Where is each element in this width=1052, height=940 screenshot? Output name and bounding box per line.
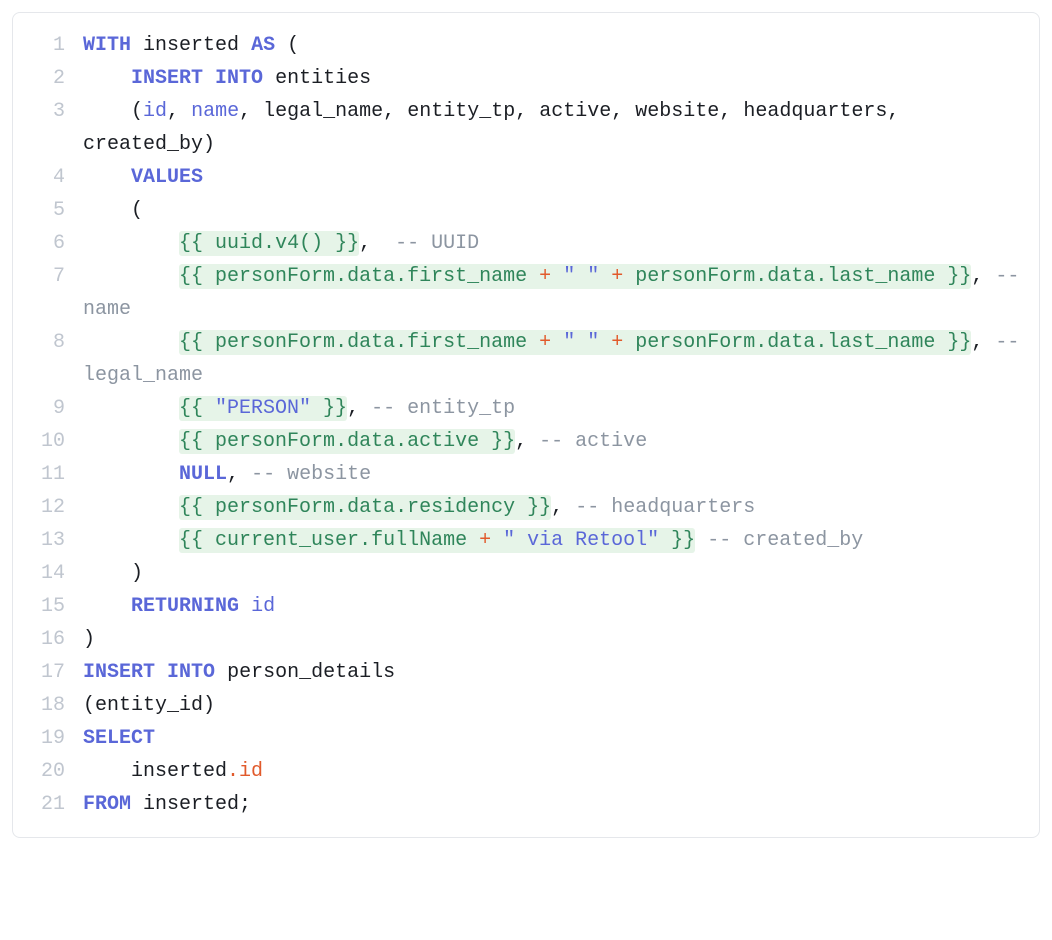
code-content[interactable]: {{ current_user.fullName + " via Retool"…: [83, 524, 1023, 557]
code-line: 4 VALUES: [13, 161, 1023, 194]
code-editor[interactable]: 1 WITH inserted AS ( 2 INSERT INTO entit…: [12, 12, 1040, 838]
code-line: 8 {{ personForm.data.first_name + " " + …: [13, 326, 1023, 392]
line-number: 7: [13, 260, 83, 293]
code-content[interactable]: FROM inserted;: [83, 788, 1023, 821]
code-line: 21 FROM inserted;: [13, 788, 1023, 821]
template-expression[interactable]: {{ personForm.data.first_name + " " + pe…: [179, 264, 971, 289]
line-number: 1: [13, 29, 83, 62]
code-line: 11 NULL, -- website: [13, 458, 1023, 491]
code-content[interactable]: ): [83, 623, 1023, 656]
line-number: 10: [13, 425, 83, 458]
code-content[interactable]: WITH inserted AS (: [83, 29, 1023, 62]
line-number: 12: [13, 491, 83, 524]
code-content[interactable]: RETURNING id: [83, 590, 1023, 623]
code-line: 19 SELECT: [13, 722, 1023, 755]
code-content[interactable]: INSERT INTO person_details: [83, 656, 1023, 689]
code-line: 1 WITH inserted AS (: [13, 29, 1023, 62]
code-content[interactable]: {{ "PERSON" }}, -- entity_tp: [83, 392, 1023, 425]
line-number: 9: [13, 392, 83, 425]
code-content[interactable]: (: [83, 194, 1023, 227]
line-number: 6: [13, 227, 83, 260]
code-line: 12 {{ personForm.data.residency }}, -- h…: [13, 491, 1023, 524]
code-line: 17 INSERT INTO person_details: [13, 656, 1023, 689]
code-content[interactable]: INSERT INTO entities: [83, 62, 1023, 95]
line-number: 8: [13, 326, 83, 359]
code-line: 14 ): [13, 557, 1023, 590]
code-content[interactable]: VALUES: [83, 161, 1023, 194]
code-line: 2 INSERT INTO entities: [13, 62, 1023, 95]
code-line: 15 RETURNING id: [13, 590, 1023, 623]
line-number: 20: [13, 755, 83, 788]
line-number: 11: [13, 458, 83, 491]
line-number: 4: [13, 161, 83, 194]
line-number: 3: [13, 95, 83, 128]
line-number: 13: [13, 524, 83, 557]
code-line: 6 {{ uuid.v4() }}, -- UUID: [13, 227, 1023, 260]
code-content[interactable]: {{ personForm.data.active }}, -- active: [83, 425, 1023, 458]
code-line: 10 {{ personForm.data.active }}, -- acti…: [13, 425, 1023, 458]
line-number: 14: [13, 557, 83, 590]
code-content[interactable]: inserted.id: [83, 755, 1023, 788]
code-line: 18 (entity_id): [13, 689, 1023, 722]
template-expression[interactable]: {{ uuid.v4() }}: [179, 231, 359, 256]
code-content[interactable]: {{ uuid.v4() }}, -- UUID: [83, 227, 1023, 260]
line-number: 16: [13, 623, 83, 656]
line-number: 18: [13, 689, 83, 722]
line-number: 17: [13, 656, 83, 689]
code-content[interactable]: (entity_id): [83, 689, 1023, 722]
line-number: 19: [13, 722, 83, 755]
template-expression[interactable]: {{ personForm.data.residency }}: [179, 495, 551, 520]
line-number: 15: [13, 590, 83, 623]
code-line: 16 ): [13, 623, 1023, 656]
code-content[interactable]: {{ personForm.data.first_name + " " + pe…: [83, 260, 1023, 326]
code-line: 13 {{ current_user.fullName + " via Reto…: [13, 524, 1023, 557]
code-line: 20 inserted.id: [13, 755, 1023, 788]
code-line: 3 (id, name, legal_name, entity_tp, acti…: [13, 95, 1023, 161]
line-number: 2: [13, 62, 83, 95]
template-expression[interactable]: {{ current_user.fullName + " via Retool"…: [179, 528, 695, 553]
code-content[interactable]: {{ personForm.data.residency }}, -- head…: [83, 491, 1023, 524]
line-number: 5: [13, 194, 83, 227]
template-expression[interactable]: {{ personForm.data.first_name + " " + pe…: [179, 330, 971, 355]
code-line: 9 {{ "PERSON" }}, -- entity_tp: [13, 392, 1023, 425]
template-expression[interactable]: {{ personForm.data.active }}: [179, 429, 515, 454]
code-line: 5 (: [13, 194, 1023, 227]
code-content[interactable]: SELECT: [83, 722, 1023, 755]
code-content[interactable]: {{ personForm.data.first_name + " " + pe…: [83, 326, 1023, 392]
code-content[interactable]: (id, name, legal_name, entity_tp, active…: [83, 95, 1023, 161]
line-number: 21: [13, 788, 83, 821]
code-content[interactable]: ): [83, 557, 1023, 590]
code-content[interactable]: NULL, -- website: [83, 458, 1023, 491]
template-expression[interactable]: {{ "PERSON" }}: [179, 396, 347, 421]
code-line: 7 {{ personForm.data.first_name + " " + …: [13, 260, 1023, 326]
